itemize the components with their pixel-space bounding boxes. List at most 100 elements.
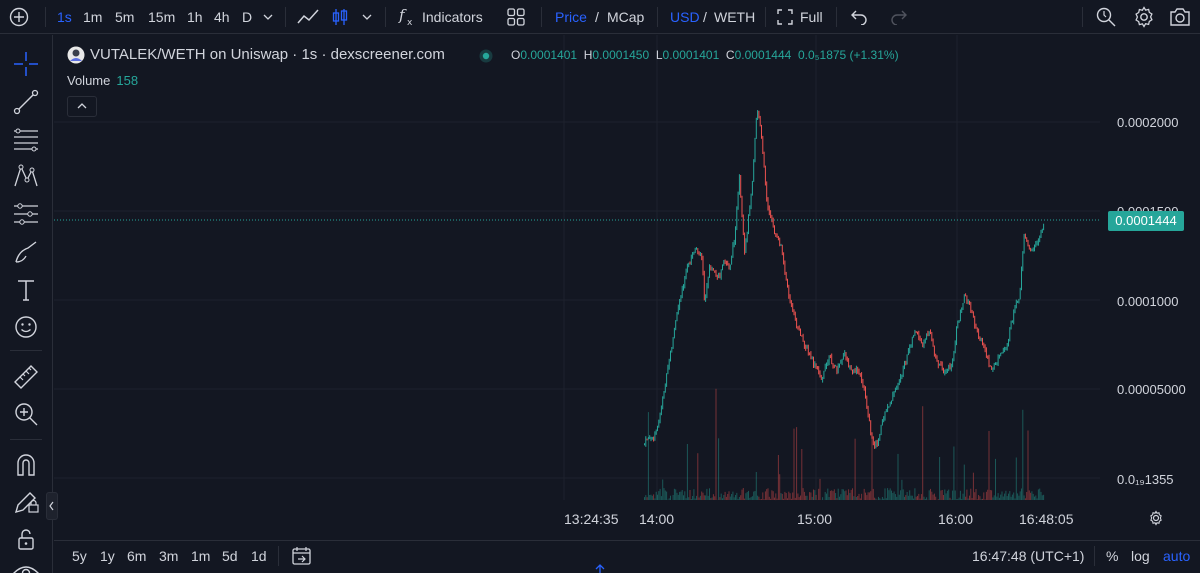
sidebar-collapse-handle[interactable]: [46, 492, 58, 520]
volume-bar: [935, 496, 937, 500]
camera-icon[interactable]: [1168, 6, 1192, 28]
log-scale-toggle[interactable]: log: [1131, 548, 1150, 564]
volume-bar: [742, 488, 744, 500]
volume-bar: [662, 479, 664, 500]
auto-scale-toggle[interactable]: auto: [1163, 548, 1190, 564]
volume-bar: [800, 495, 801, 500]
chevron-down-icon[interactable]: [362, 13, 372, 21]
volume-bar: [844, 491, 846, 500]
axis-settings-icon[interactable]: [1148, 510, 1164, 531]
volume-bar: [723, 495, 725, 500]
svg-text:f: f: [398, 6, 407, 24]
chevron-down-icon[interactable]: [263, 13, 273, 21]
timeframe-1h[interactable]: 1h: [187, 0, 203, 34]
volume-bar: [923, 496, 925, 500]
calendar-goto-icon[interactable]: [291, 545, 313, 572]
indicators-button[interactable]: Indicators: [422, 0, 483, 34]
forecasting-icon[interactable]: [12, 200, 40, 228]
timeframe-1m[interactable]: 1m: [83, 0, 102, 34]
range-5y[interactable]: 5y: [72, 548, 87, 564]
volume-bar: [963, 464, 965, 500]
ruler-icon[interactable]: [12, 363, 40, 391]
volume-bar: [805, 495, 807, 500]
volume-bar: [1022, 409, 1024, 500]
volume-bar: [670, 495, 671, 500]
volume-bar: [750, 497, 752, 500]
clock[interactable]: 16:47:48 (UTC+1): [972, 548, 1084, 564]
volume-bar: [654, 498, 656, 500]
volume-bar: [698, 497, 700, 500]
range-1y[interactable]: 1y: [100, 548, 115, 564]
volume-bar: [967, 498, 969, 500]
volume-bar: [741, 489, 743, 500]
volume-bar: [853, 496, 855, 500]
price-axis-label: 0.0002000: [1117, 115, 1179, 130]
timeframe-5m[interactable]: 5m: [115, 0, 134, 34]
quick-search-icon[interactable]: [1094, 5, 1118, 29]
volume-bar: [868, 492, 870, 500]
pattern-icon[interactable]: [12, 162, 40, 190]
full-button[interactable]: Full: [800, 0, 823, 34]
volume-bar: [659, 488, 661, 500]
fx-icon[interactable]: fx: [397, 6, 417, 28]
percent-scale-toggle[interactable]: %: [1106, 548, 1118, 564]
range-1m[interactable]: 1m: [191, 548, 210, 564]
volume-bar: [998, 497, 1000, 500]
crosshair-icon[interactable]: [12, 50, 40, 78]
volume-bar: [746, 492, 748, 500]
volume-bar: [714, 496, 716, 500]
text-tool-icon[interactable]: [12, 276, 40, 304]
timeframe-1s[interactable]: 1s: [57, 0, 72, 34]
price-mcap-separator: /: [595, 9, 599, 25]
volume-bar: [852, 488, 853, 500]
trend-line-icon[interactable]: [12, 88, 40, 116]
candlestick-icon[interactable]: [330, 7, 350, 27]
range-3m[interactable]: 3m: [159, 548, 178, 564]
timeframe-d[interactable]: D: [242, 0, 252, 34]
symbol-title[interactable]: VUTALEK/WETH on Uniswap · 1s · dexscreen…: [90, 46, 445, 63]
range-6m[interactable]: 6m: [127, 548, 146, 564]
timeframe-4h[interactable]: 4h: [214, 0, 230, 34]
add-symbol-icon[interactable]: [9, 7, 29, 27]
zoom-in-icon[interactable]: [12, 400, 40, 428]
volume-bar: [1026, 492, 1028, 500]
time-axis-label: 13:24:35: [564, 511, 619, 527]
pencil-lock-icon[interactable]: [12, 488, 40, 516]
price-chart[interactable]: [0, 0, 1200, 540]
volume-bar: [930, 488, 931, 500]
redo-icon[interactable]: [890, 9, 908, 25]
volume-bar: [1000, 494, 1002, 500]
mcap-toggle[interactable]: MCap: [607, 0, 644, 34]
range-1d[interactable]: 1d: [251, 548, 267, 564]
price-axis-label: 0.0₁₉1355: [1117, 472, 1174, 487]
volume-bar: [788, 491, 790, 500]
price-toggle[interactable]: Price: [555, 0, 587, 34]
volume-bar: [933, 493, 935, 500]
volume-bar: [785, 493, 787, 500]
volume-bar: [881, 497, 883, 500]
timeframe-15m[interactable]: 15m: [148, 0, 175, 34]
emoji-icon[interactable]: [12, 313, 40, 341]
volume-bar: [975, 489, 977, 500]
undo-icon[interactable]: [850, 9, 868, 25]
volume-bar: [980, 498, 982, 500]
fib-retracement-icon[interactable]: [12, 125, 40, 153]
layouts-icon[interactable]: [506, 7, 526, 27]
volume-bar: [926, 497, 928, 500]
usd-toggle[interactable]: USD: [670, 0, 700, 34]
range-5d[interactable]: 5d: [222, 548, 238, 564]
weth-toggle[interactable]: WETH: [714, 0, 755, 34]
line-chart-icon[interactable]: [296, 7, 320, 27]
magnet-icon[interactable]: [12, 451, 40, 479]
volume-bar: [692, 496, 694, 500]
fullscreen-icon[interactable]: [777, 9, 793, 25]
collapse-legend-button[interactable]: [67, 96, 97, 117]
volume-bar: [696, 495, 697, 500]
scroll-indicator-icon[interactable]: [594, 562, 606, 573]
volume-bar: [957, 499, 959, 500]
volume-bar: [970, 488, 972, 500]
brush-icon[interactable]: [12, 238, 40, 266]
unlock-icon[interactable]: [12, 525, 40, 553]
eye-icon[interactable]: [12, 559, 40, 573]
settings-gear-icon[interactable]: [1132, 5, 1156, 29]
